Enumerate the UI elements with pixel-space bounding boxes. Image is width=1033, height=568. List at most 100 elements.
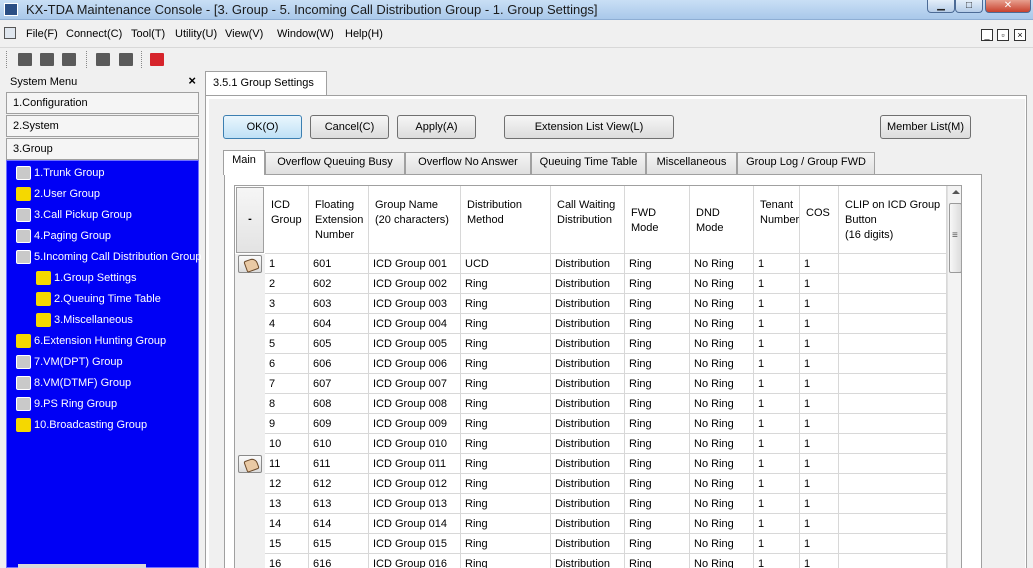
member-list-button[interactable]: Member List(M) — [880, 115, 971, 139]
row-header[interactable] — [235, 334, 265, 354]
cell-icd-group[interactable]: 13 — [265, 494, 309, 514]
row-header[interactable] — [235, 454, 265, 474]
cell-cos[interactable]: 1 — [800, 354, 839, 374]
cell-tenant-number[interactable]: 1 — [754, 294, 800, 314]
cell-group-name[interactable]: ICD Group 007 — [369, 374, 461, 394]
cell-dnd-mode[interactable]: No Ring — [690, 374, 754, 394]
cancel-button[interactable]: Cancel(C) — [310, 115, 389, 139]
cell-cos[interactable]: 1 — [800, 334, 839, 354]
cell-distribution-method[interactable]: Ring — [461, 554, 551, 568]
cell-call-waiting-distribution[interactable]: Distribution — [551, 514, 625, 534]
cell-clip-button[interactable] — [839, 514, 947, 534]
cell-call-waiting-distribution[interactable]: Distribution — [551, 434, 625, 454]
cell-cos[interactable]: 1 — [800, 314, 839, 334]
cell-clip-button[interactable] — [839, 294, 947, 314]
cell-tenant-number[interactable]: 1 — [754, 314, 800, 334]
cell-dnd-mode[interactable]: No Ring — [690, 414, 754, 434]
row-header[interactable] — [235, 494, 265, 514]
grid-vertical-scrollbar[interactable] — [947, 186, 961, 568]
row-header[interactable] — [235, 554, 265, 568]
cell-dnd-mode[interactable]: No Ring — [690, 534, 754, 554]
cell-tenant-number[interactable]: 1 — [754, 474, 800, 494]
cell-group-name[interactable]: ICD Group 013 — [369, 494, 461, 514]
table-row[interactable]: 4 604 ICD Group 004 Ring Distribution Ring No … — [235, 314, 947, 334]
column-header-distribution-method[interactable]: Distribution Method — [461, 186, 551, 254]
cell-icd-group[interactable]: 10 — [265, 434, 309, 454]
cell-tenant-number[interactable]: 1 — [754, 334, 800, 354]
cell-tenant-number[interactable]: 1 — [754, 394, 800, 414]
cell-icd-group[interactable]: 2 — [265, 274, 309, 294]
column-header-call-waiting-distribution[interactable]: Call Waiting Distribution — [551, 186, 625, 254]
category-configuration[interactable]: 1.Configuration — [6, 92, 199, 114]
cell-tenant-number[interactable]: 1 — [754, 274, 800, 294]
cell-floating-extension[interactable]: 605 — [309, 334, 369, 354]
cell-clip-button[interactable] — [839, 434, 947, 454]
cell-dnd-mode[interactable]: No Ring — [690, 254, 754, 274]
row-header[interactable] — [235, 254, 265, 274]
table-row[interactable]: 10 610 ICD Group 010 Ring Distribution Ring No… — [235, 434, 947, 454]
cell-cos[interactable]: 1 — [800, 474, 839, 494]
cell-tenant-number[interactable]: 1 — [754, 534, 800, 554]
minimize-icon[interactable]: ▁ — [927, 0, 955, 13]
cell-icd-group[interactable]: 3 — [265, 294, 309, 314]
cell-floating-extension[interactable]: 616 — [309, 554, 369, 568]
cell-floating-extension[interactable]: 614 — [309, 514, 369, 534]
cell-fwd-mode[interactable]: Ring — [625, 534, 690, 554]
table-row[interactable]: 5 605 ICD Group 005 Ring Distribution Ring No … — [235, 334, 947, 354]
cell-fwd-mode[interactable]: Ring — [625, 554, 690, 568]
cell-distribution-method[interactable]: Ring — [461, 474, 551, 494]
cell-cos[interactable]: 1 — [800, 394, 839, 414]
cell-floating-extension[interactable]: 604 — [309, 314, 369, 334]
apply-button[interactable]: Apply(A) — [397, 115, 476, 139]
cell-clip-button[interactable] — [839, 414, 947, 434]
cell-icd-group[interactable]: 5 — [265, 334, 309, 354]
cell-fwd-mode[interactable]: Ring — [625, 314, 690, 334]
cell-group-name[interactable]: ICD Group 005 — [369, 334, 461, 354]
cell-cos[interactable]: 1 — [800, 454, 839, 474]
cell-fwd-mode[interactable]: Ring — [625, 254, 690, 274]
menu-connect[interactable]: Connect(C) — [66, 28, 122, 40]
cell-dnd-mode[interactable]: No Ring — [690, 294, 754, 314]
cell-call-waiting-distribution[interactable]: Distribution — [551, 534, 625, 554]
table-row[interactable]: 13 613 ICD Group 013 Ring Distribution Ring No… — [235, 494, 947, 514]
cell-fwd-mode[interactable]: Ring — [625, 514, 690, 534]
cell-floating-extension[interactable]: 609 — [309, 414, 369, 434]
maximize-icon[interactable]: □ — [955, 0, 983, 13]
cell-cos[interactable]: 1 — [800, 554, 839, 568]
cell-dnd-mode[interactable]: No Ring — [690, 514, 754, 534]
row-header[interactable] — [235, 354, 265, 374]
cell-tenant-number[interactable]: 1 — [754, 514, 800, 534]
cell-call-waiting-distribution[interactable]: Distribution — [551, 374, 625, 394]
cell-group-name[interactable]: ICD Group 003 — [369, 294, 461, 314]
row-header[interactable] — [235, 394, 265, 414]
cell-group-name[interactable]: ICD Group 001 — [369, 254, 461, 274]
child-restore-icon[interactable]: ▫ — [997, 29, 1009, 41]
connect-icon[interactable] — [16, 51, 34, 68]
cell-floating-extension[interactable]: 606 — [309, 354, 369, 374]
cell-tenant-number[interactable]: 1 — [754, 554, 800, 568]
cell-cos[interactable]: 1 — [800, 374, 839, 394]
child-close-icon[interactable]: × — [1014, 29, 1026, 41]
cell-tenant-number[interactable]: 1 — [754, 414, 800, 434]
cell-dnd-mode[interactable]: No Ring — [690, 434, 754, 454]
cell-cos[interactable]: 1 — [800, 434, 839, 454]
cell-call-waiting-distribution[interactable]: Distribution — [551, 554, 625, 568]
cell-floating-extension[interactable]: 612 — [309, 474, 369, 494]
cell-group-name[interactable]: ICD Group 012 — [369, 474, 461, 494]
row-header[interactable] — [235, 474, 265, 494]
tab-miscellaneous[interactable]: Miscellaneous — [646, 152, 737, 174]
cell-icd-group[interactable]: 9 — [265, 414, 309, 434]
tab-queuing-time-table[interactable]: Queuing Time Table — [531, 152, 646, 174]
row-header[interactable] — [235, 294, 265, 314]
cell-distribution-method[interactable]: Ring — [461, 334, 551, 354]
tab-main[interactable]: Main — [223, 150, 265, 175]
disconnect-icon[interactable] — [38, 51, 56, 68]
row-pointer-icon[interactable] — [238, 255, 262, 273]
table-row[interactable]: 7 607 ICD Group 007 Ring Distribution Ring No … — [235, 374, 947, 394]
cell-cos[interactable]: 1 — [800, 254, 839, 274]
cell-icd-group[interactable]: 1 — [265, 254, 309, 274]
cell-fwd-mode[interactable]: Ring — [625, 494, 690, 514]
cell-tenant-number[interactable]: 1 — [754, 254, 800, 274]
cell-cos[interactable]: 1 — [800, 274, 839, 294]
column-header-tenant-number[interactable]: Tenant Number — [754, 186, 800, 254]
